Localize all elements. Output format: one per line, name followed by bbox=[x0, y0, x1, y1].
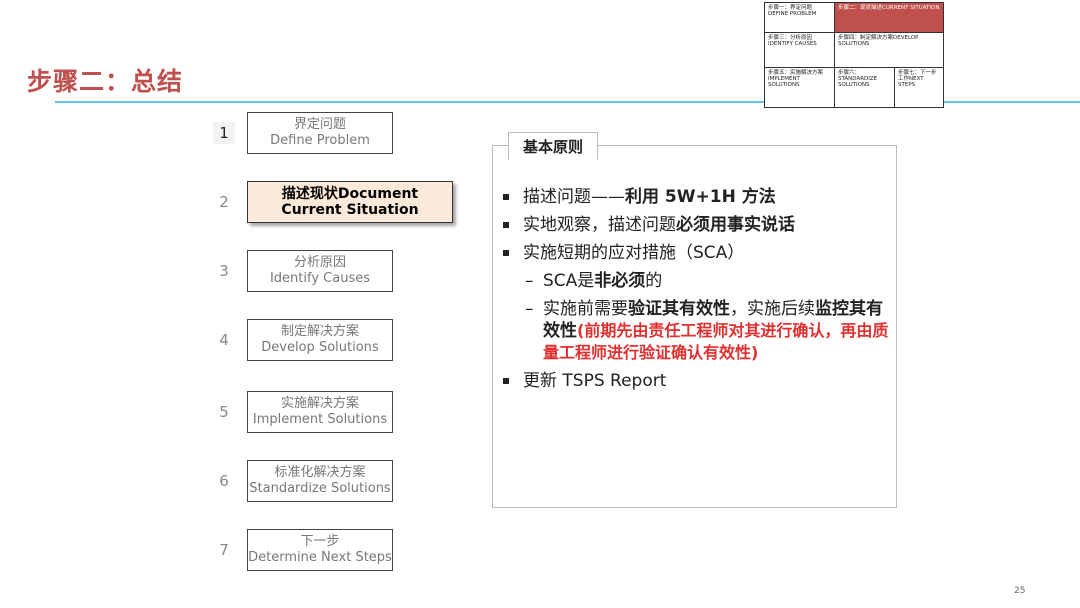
item-note-red: (前期先由责任工程师对其进行确认，再由质量工程师进行验证确认有效性) bbox=[543, 321, 889, 362]
step-number: 3 bbox=[219, 262, 229, 280]
principles-tag: 基本原则 bbox=[508, 132, 599, 160]
step-number: 2 bbox=[219, 193, 229, 211]
item-text: 更新 TSPS Report bbox=[523, 371, 667, 391]
step-cn: 实施解决方案 bbox=[280, 396, 359, 411]
map-cell-7: 步骤七：下一步工作NEXT STEPS bbox=[898, 70, 937, 88]
step-4: 4 制定解决方案 Develop Solutions bbox=[213, 319, 413, 363]
item-emphasis: 非必须 bbox=[594, 271, 646, 291]
step-map: 步骤一：界定问题 DEFINE PROBLEM 步骤二：现状描述CURRENT … bbox=[764, 2, 944, 108]
item-text: 的 bbox=[645, 271, 663, 291]
step-number: 1 bbox=[213, 122, 235, 144]
step-cn: 制定解决方案 bbox=[280, 324, 359, 339]
step-number: 4 bbox=[219, 331, 229, 349]
page-title: 步骤二：总结 bbox=[27, 67, 184, 96]
sub-list-item: – 实施前需要验证其有效性，实施后续监控其有效性(前期先由责任工程师对其进行确认… bbox=[503, 298, 895, 364]
list-item: 实施短期的应对措施（SCA） bbox=[503, 242, 895, 264]
step-cn: 描述现状Document bbox=[281, 186, 419, 202]
item-text: SCA是 bbox=[543, 271, 595, 291]
step-en: Determine Next Steps bbox=[248, 550, 392, 565]
step-box: 界定问题 Define Problem bbox=[247, 112, 393, 154]
page-number: 25 bbox=[1014, 586, 1026, 596]
step-1: 1 界定问题 Define Problem bbox=[213, 112, 413, 156]
map-cell-5: 步骤五：实施解决方案IMPLEMENT SOLUTIONS bbox=[765, 68, 835, 107]
step-en: Current Situation bbox=[281, 202, 419, 218]
map-cell-4: 步骤四：制定解决方案DEVELOP SOLUTIONS bbox=[835, 33, 943, 68]
map-cell-3: 步骤三：分析原因 IDENTIFY CAUSES bbox=[765, 33, 835, 68]
step-box: 实施解决方案 Implement Solutions bbox=[247, 391, 393, 433]
step-3: 3 分析原因 Identify Causes bbox=[213, 250, 413, 294]
list-item: 描述问题——利用 5W+1H 方法 bbox=[503, 186, 895, 208]
map-cell-1: 步骤一：界定问题 DEFINE PROBLEM bbox=[765, 3, 835, 33]
bullet-icon bbox=[503, 194, 509, 200]
step-5: 5 实施解决方案 Implement Solutions bbox=[213, 391, 413, 435]
item-emphasis: 必须用事实说话 bbox=[676, 215, 795, 235]
step-cn: 下一步 bbox=[300, 534, 340, 549]
item-text: ，实施后续 bbox=[730, 299, 815, 319]
list-item: 更新 TSPS Report bbox=[503, 370, 895, 392]
bullet-icon bbox=[503, 378, 509, 384]
step-box: 标准化解决方案 Standardize Solutions bbox=[247, 460, 393, 502]
principles-list: 描述问题——利用 5W+1H 方法 实地观察，描述问题必须用事实说话 实施短期的… bbox=[503, 186, 895, 398]
item-text: 实地观察，描述问题 bbox=[523, 215, 676, 235]
item-text: 实施短期的应对措施（SCA） bbox=[523, 243, 745, 263]
step-number: 6 bbox=[219, 472, 229, 490]
item-text: 实施前需要 bbox=[543, 299, 628, 319]
dash-icon: – bbox=[525, 299, 534, 319]
bullet-icon bbox=[503, 222, 509, 228]
list-item: 实地观察，描述问题必须用事实说话 bbox=[503, 214, 895, 236]
map-cell-2: 步骤二：现状描述CURRENT SITUATION bbox=[835, 3, 943, 33]
map-cell-6: 步骤六：STANDARDIZE SOLUTIONS bbox=[835, 68, 895, 107]
step-box: 下一步 Determine Next Steps bbox=[247, 529, 393, 571]
bullet-icon bbox=[503, 250, 509, 256]
step-box: 分析原因 Identify Causes bbox=[247, 250, 393, 292]
step-en: Identify Causes bbox=[269, 271, 371, 286]
step-cn: 界定问题 bbox=[293, 117, 346, 132]
step-7: 7 下一步 Determine Next Steps bbox=[213, 529, 413, 573]
item-text: 描述问题—— bbox=[523, 187, 625, 207]
step-number: 7 bbox=[219, 541, 229, 559]
step-en: Standardize Solutions bbox=[249, 481, 391, 496]
step-number: 5 bbox=[219, 403, 229, 421]
item-emphasis: 验证其有效性 bbox=[628, 299, 730, 319]
step-en: Define Problem bbox=[270, 133, 370, 148]
step-6: 6 标准化解决方案 Standardize Solutions bbox=[213, 460, 413, 504]
step-box: 制定解决方案 Develop Solutions bbox=[247, 319, 393, 361]
step-cn: 标准化解决方案 bbox=[274, 465, 366, 480]
step-cn: 分析原因 bbox=[293, 255, 346, 270]
step-box-current: 描述现状Document Current Situation bbox=[247, 181, 453, 223]
item-emphasis: 利用 5W+1H 方法 bbox=[625, 187, 776, 207]
sub-list-item: – SCA是非必须的 bbox=[503, 270, 895, 292]
step-2: 2 描述现状Document Current Situation bbox=[213, 181, 453, 225]
step-en: Develop Solutions bbox=[261, 340, 379, 355]
dash-icon: – bbox=[525, 271, 534, 291]
step-en: Implement Solutions bbox=[252, 412, 388, 427]
